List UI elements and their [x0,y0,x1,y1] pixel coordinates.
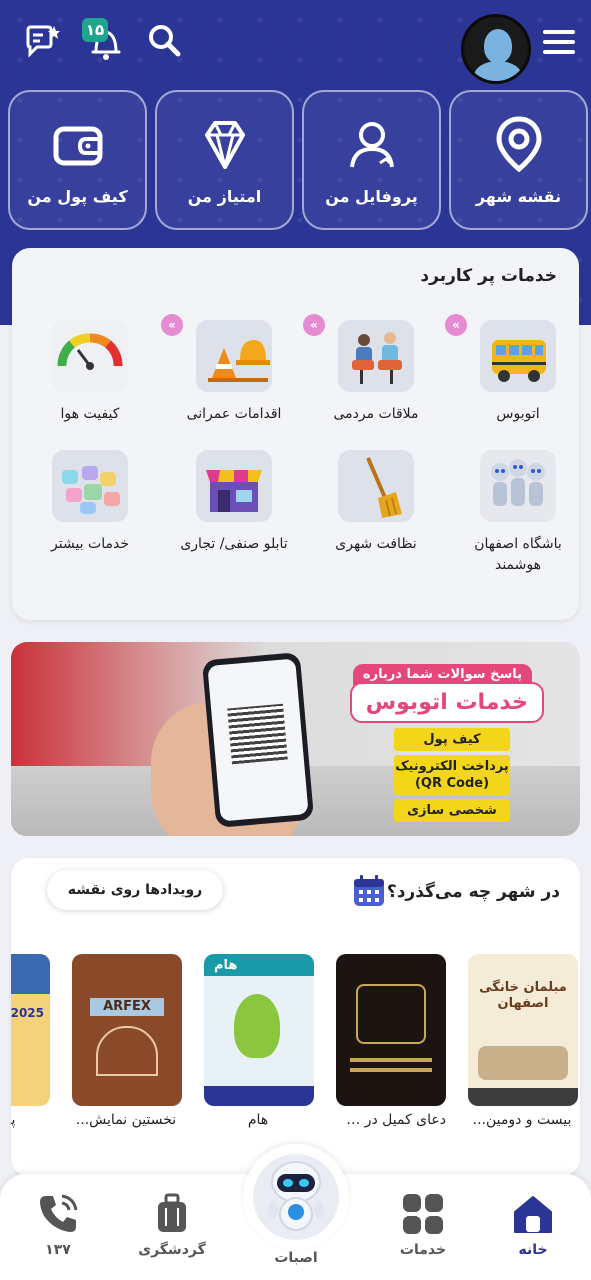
quick-action-wallet[interactable]: کیف پول من [8,90,147,230]
nav-label: خدمات [399,1242,447,1258]
event-card[interactable]: دعای کمیل در ت... [334,954,446,1128]
nav-tourism[interactable]: گردشگری [122,1192,222,1258]
poster-text: ARFEX [90,998,164,1016]
quick-action-points[interactable]: امتیاز من [155,90,294,230]
service-label: تابلو صنفی/ تجاری [180,536,288,552]
service-air-quality[interactable]: کیفیت هوا [25,320,155,425]
city-events: در شهر چه می‌گذرد؟ رویدادها روی نقشه مبل… [11,858,580,1176]
calendar-icon [354,875,384,906]
search-icon[interactable] [142,22,182,62]
home-icon [514,1196,552,1233]
phone-call-icon [40,1194,78,1232]
poster-text: 2025 [11,1006,44,1020]
notification-badge: ۱۵ [82,18,108,42]
nav-services[interactable]: خدمات [373,1192,473,1258]
events-map-button[interactable]: رویدادها روی نقشه [47,870,223,910]
quick-action-label: امتیاز من [187,186,262,206]
event-card[interactable]: هام هام [202,954,314,1128]
nav-label: گردشگری [138,1242,206,1258]
popular-services: خدمات پر کاربرد » اتوبوس » ملاقات مردمی … [12,248,579,620]
banner-item: پرداخت الکترونیک (QR Code) [394,755,510,795]
bus-icon [480,320,556,392]
section-title: خدمات پر کاربرد [420,266,557,286]
quick-action-label: نقشه شهر [475,186,562,206]
avatar[interactable] [461,14,531,84]
pinned-chevron-icon: » [445,314,467,336]
event-card[interactable]: ARFEX نخستین نمایش... [70,954,182,1128]
robot-assistant-icon [268,1161,324,1231]
poster-text: مبلمان خانگی اصفهان [479,980,567,1011]
broom-icon [338,450,414,522]
service-more[interactable]: خدمات بیشتر [25,450,155,555]
services-grid-icon [403,1194,443,1234]
phone-illustration [201,652,315,828]
event-poster: هام [204,954,314,1106]
user-icon [349,121,394,167]
robots-icon [480,450,556,522]
service-label: خدمات بیشتر [51,536,129,552]
nav-label: ۱۳۷ [45,1242,71,1258]
nav-call[interactable]: ۱۳۷ [8,1192,108,1258]
service-label: اتوبوس [496,406,540,422]
service-shop-signage[interactable]: تابلو صنفی/ تجاری [169,450,299,555]
quick-action-label: کیف پول من [27,186,128,206]
suitcase-icon [158,1193,186,1232]
quick-action-profile[interactable]: پروفایل من [302,90,441,230]
wallet-icon [53,126,102,165]
quick-action-label: پروفایل من [325,186,418,206]
event-poster: 2025 [11,954,50,1106]
top-bar: ۱۵ [0,12,591,92]
banner-items: کیف پول پرداخت الکترونیک (QR Code) شخصی … [394,724,510,822]
air-quality-gauge-icon [52,320,128,392]
service-construction[interactable]: » اقدامات عمرانی [161,314,299,425]
bottom-navigation: خانه خدمات اصبات گردشگری ۱۳۷ [0,1144,591,1280]
event-caption: هام [247,1112,269,1128]
event-poster: مبلمان خانگی اصفهان [468,954,578,1106]
qr-code-icon [227,703,288,765]
hamburger-menu-icon[interactable] [541,30,575,60]
service-label: باشگاه اصفهان هوشمند [474,536,562,573]
nav-label: خانه [518,1242,548,1258]
event-poster [336,954,446,1106]
chat-star-icon[interactable] [20,24,60,64]
event-caption: پانزدهم [11,1112,16,1128]
nav-assistant[interactable] [243,1144,349,1250]
quick-action-city-map[interactable]: نقشه شهر [449,90,588,230]
event-caption: بیست و دومین... [472,1112,572,1128]
nav-home[interactable]: خانه [483,1192,583,1258]
event-caption: دعای کمیل در ت... [334,1112,446,1128]
service-public-meeting[interactable]: » ملاقات مردمی [303,314,441,425]
banner-item: کیف پول [394,728,510,751]
construction-cone-icon [196,320,272,392]
poster-text: هام [214,958,238,973]
pinned-chevron-icon: » [303,314,325,336]
diamond-icon [204,120,245,169]
event-card[interactable]: مبلمان خانگی اصفهان بیست و دومین... [466,954,578,1128]
pinned-chevron-icon: » [161,314,183,336]
event-poster: ARFEX [72,954,182,1106]
service-city-cleaning[interactable]: نظافت شهری [311,450,441,555]
event-card[interactable]: 2025 پانزدهم [11,954,50,1128]
service-label: اقدامات عمرانی [186,406,282,422]
service-label: نظافت شهری [335,536,417,552]
location-pin-icon [495,115,542,172]
more-grid-icon [52,450,128,522]
service-label: کیفیت هوا [60,406,120,422]
event-caption: نخستین نمایش... [75,1112,177,1128]
section-title: در شهر چه می‌گذرد؟ [386,882,560,902]
shop-icon [196,450,272,522]
banner-title: خدمات اتوبوس [349,682,544,723]
quick-actions: نقشه شهر پروفایل من امتیاز من کیف پول من [6,90,588,230]
service-bus[interactable]: » اتوبوس [445,314,583,425]
service-label: ملاقات مردمی [333,406,419,422]
banner-item: شخصی سازی [394,799,510,822]
bus-services-banner[interactable]: پاسخ سوالات شما درباره خدمات اتوبوس کیف … [11,642,580,836]
nav-label: اصبات [274,1250,318,1266]
meeting-icon [338,320,414,392]
service-smart-club[interactable]: باشگاه اصفهان هوشمند [453,450,583,576]
